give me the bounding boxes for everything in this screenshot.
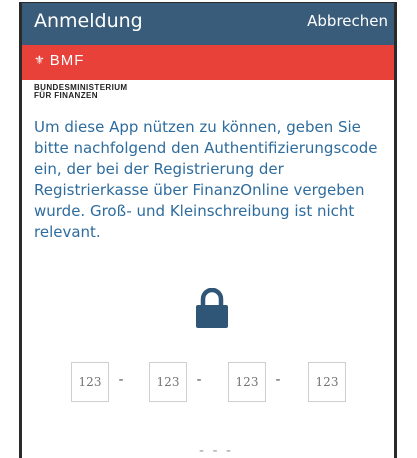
code-separator: - [196, 372, 202, 388]
bmf-logo-text: BMF [49, 52, 85, 69]
page-title: Anmeldung [34, 10, 143, 32]
code-separator: - [118, 372, 124, 388]
brand-bar: ⚜ BMF [22, 45, 394, 80]
code-field-2[interactable] [149, 362, 187, 402]
lock-icon [196, 288, 228, 328]
code-field-1[interactable] [71, 362, 109, 402]
app-window: Anmeldung Abbrechen ⚜ BMF BUNDESMINISTERI… [19, 2, 397, 458]
ministry-line-2: FÜR FINANZEN [34, 91, 98, 100]
code-field-3[interactable] [228, 362, 266, 402]
cancel-button[interactable]: Abbrechen [307, 12, 388, 30]
instruction-text: Um diese App nützen zu können, geben Sie… [34, 118, 378, 241]
code-field-4[interactable] [308, 362, 346, 402]
ministry-name: BUNDESMINISTERIUM FÜR FINANZEN [34, 84, 127, 100]
eagle-icon: ⚜ [34, 53, 46, 67]
auth-code-row: - - - [71, 362, 371, 406]
more-indicator: - - - [199, 443, 234, 458]
code-separator: - [275, 372, 281, 388]
header-bar: Anmeldung Abbrechen [22, 3, 394, 45]
bmf-logo: ⚜ BMF [34, 52, 84, 69]
